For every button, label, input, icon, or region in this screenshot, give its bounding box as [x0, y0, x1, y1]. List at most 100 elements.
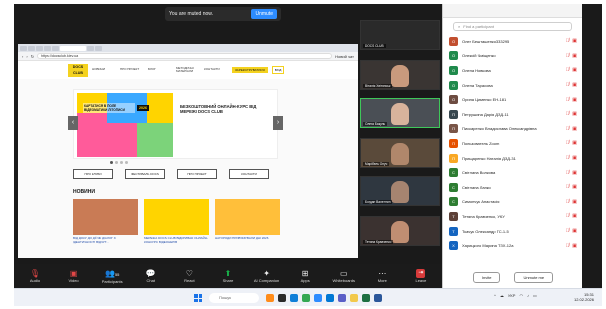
microphone-muted-icon[interactable]: 🎙̸ [566, 140, 570, 146]
reload-icon[interactable]: ↻ [31, 54, 34, 59]
link-project[interactable]: ПРО ПРОЕКТ [177, 169, 217, 179]
browser-tab[interactable] [95, 45, 102, 51]
camera-off-icon[interactable]: ▣ [572, 155, 577, 161]
wifi-icon[interactable]: ◠ [519, 293, 523, 298]
browser-tab[interactable] [28, 45, 35, 51]
slider-dot[interactable] [115, 161, 118, 164]
participant-row[interactable]: О Олена Новкова 🎙̸ ▣ [443, 63, 583, 78]
news-caption[interactable]: МЕРЕЖА DOCS CLUB ВІДКРИВАЄ ОНЛАЙН-КОНКУР… [144, 236, 209, 244]
whiteboards-button[interactable]: ▭ Whiteboards [327, 269, 361, 283]
unmute-me-button[interactable]: Unmute me [514, 272, 554, 283]
unmute-toast-button[interactable]: Unmute [251, 9, 277, 19]
news-caption[interactable]: ВІД ДОКУ ДО ДІЇ ЯК ДІАЛОГ З ІДЕНТИЧНОСТІ… [73, 236, 138, 244]
chat-button[interactable]: 💬 Chat [134, 269, 168, 283]
apps-button[interactable]: ⊞ Apps [288, 269, 322, 283]
browser-tab[interactable] [52, 45, 59, 51]
video-tile[interactable]: Марібель Онуч [360, 138, 440, 168]
zoom-icon[interactable] [314, 294, 322, 302]
participant-row[interactable]: С Симончук Анастасія 🎙̸ ▣ [443, 195, 583, 210]
participants-button[interactable]: 👥55 Participants [95, 269, 129, 284]
participant-row[interactable]: О Олена Тарасова 🎙̸ ▣ [443, 78, 583, 93]
taskbar-search[interactable]: Пошук [209, 293, 259, 303]
video-tile-speaking[interactable]: Олега Бакуль [360, 98, 440, 128]
slider-dot[interactable] [125, 161, 128, 164]
camera-off-icon[interactable]: ▣ [572, 111, 577, 117]
microphone-muted-icon[interactable]: 🎙̸ [566, 184, 570, 190]
microphone-muted-icon[interactable]: 🎙̸ [566, 82, 570, 88]
chevron-up-icon[interactable]: ^ [494, 293, 496, 298]
slider-dot[interactable] [110, 161, 113, 164]
ai-companion-button[interactable]: ✦ AI Companion [250, 269, 284, 283]
slider-dot[interactable] [120, 161, 123, 164]
participant-row[interactable]: Х Харицкого Марина ТЗХ-12а 🎙̸ ▣ [443, 238, 583, 253]
register-button[interactable]: ЗАРЕЄСТРУВАТИСЯ [232, 67, 268, 73]
share-button[interactable]: ⬆ Share [211, 269, 245, 283]
nav-contacts[interactable]: КОНТАКТИ [204, 68, 228, 72]
nav-news[interactable]: НОВИНИ [92, 68, 116, 72]
browser-tab[interactable] [44, 45, 51, 51]
link-contacts[interactable]: КОНТАКТИ [229, 169, 269, 179]
microphone-muted-icon[interactable]: 🎙̸ [566, 111, 570, 117]
participant-search-input[interactable]: ⌕ Find a participant [453, 22, 572, 31]
browser-tab[interactable] [20, 45, 27, 51]
participant-row[interactable]: П Прищаренко Наталія ДЗД-31 🎙̸ ▣ [443, 151, 583, 166]
volume-icon[interactable]: ♪ [527, 293, 529, 298]
browser-tab-active[interactable] [60, 45, 86, 51]
microphone-muted-icon[interactable]: 🎙̸ [566, 199, 570, 205]
participant-row[interactable]: О Олег Бешташенко333295 🎙̸ ▣ [443, 34, 583, 49]
word-icon[interactable] [374, 294, 382, 302]
edge-icon[interactable] [290, 294, 298, 302]
participant-row[interactable]: О Орина Цименко ЕН-181 🎙̸ ▣ [443, 92, 583, 107]
nav-about[interactable]: ПРО ПРОЕКТ [120, 68, 144, 72]
video-tile[interactable]: Богдан Валентин [360, 176, 440, 206]
link-festival[interactable]: ФЕСТИВАЛЬ DOCS [125, 169, 165, 179]
news-card[interactable]: НАГОРОДИ ПРИВ'ЯЗУВАЛИ ДНІ 2026 [215, 199, 280, 244]
app-icon[interactable] [278, 294, 286, 302]
invite-button[interactable]: Invite [472, 272, 501, 283]
video-tile[interactable]: Віталія Хвітянськ [360, 60, 440, 90]
video-tile[interactable]: DOCS CLUB [360, 20, 440, 50]
camera-off-icon[interactable]: ▣ [572, 199, 577, 205]
link-clubs[interactable]: ПРО КЛУБИ [73, 169, 113, 179]
camera-off-icon[interactable]: ▣ [572, 213, 577, 219]
camera-off-icon[interactable]: ▣ [572, 184, 577, 190]
participant-row[interactable]: Т Ткачук Олександр ГС-1-5 🎙̸ ▣ [443, 224, 583, 239]
language-indicator[interactable]: УКР [508, 293, 516, 298]
teams-icon[interactable] [338, 294, 346, 302]
slider-prev-icon[interactable]: ‹ [68, 116, 78, 130]
camera-off-icon[interactable]: ▣ [572, 38, 577, 44]
app-icon[interactable] [326, 294, 334, 302]
participant-row[interactable]: П Пискаренко Владислава Олександрівна 🎙̸ ▣ [443, 122, 583, 137]
participant-row[interactable]: П Пользователь Zoom 🎙̸ ▣ [443, 136, 583, 151]
chrome-icon[interactable] [302, 294, 310, 302]
camera-off-icon[interactable]: ▣ [572, 140, 577, 146]
microphone-muted-icon[interactable]: 🎙̸ [566, 97, 570, 103]
camera-off-icon[interactable]: ▣ [572, 228, 577, 234]
camera-off-icon[interactable]: ▣ [572, 67, 577, 73]
react-button[interactable]: ♡ React [172, 269, 206, 283]
microphone-muted-icon[interactable]: 🎙̸ [566, 155, 570, 161]
docs-club-logo[interactable]: DOCS CLUB [68, 63, 88, 77]
windows-start-icon[interactable] [194, 294, 202, 302]
battery-icon[interactable]: ▭ [533, 293, 537, 298]
microphone-muted-icon[interactable]: 🎙̸ [566, 170, 570, 176]
camera-off-icon[interactable]: ▣ [572, 53, 577, 59]
microphone-muted-icon[interactable]: 🎙̸ [566, 67, 570, 73]
participant-row[interactable]: Т Тетяна Кравченко, УКУ 🎙̸ ▣ [443, 209, 583, 224]
app-icon[interactable] [266, 294, 274, 302]
forward-icon[interactable]: › [26, 54, 27, 59]
hero-poster[interactable]: КАРТАТИСЯ В ПОЛЕ ВІДЕОМАТИКИ ЛІТОПИСИ 20… [77, 93, 173, 157]
video-button[interactable]: ▣ Video [57, 269, 91, 283]
back-icon[interactable]: ‹ [22, 54, 23, 59]
camera-off-icon[interactable]: ▣ [572, 82, 577, 88]
nav-blog[interactable]: БЛОГ [148, 68, 172, 72]
news-card[interactable]: МЕРЕЖА DOCS CLUB ВІДКРИВАЄ ОНЛАЙН-КОНКУР… [144, 199, 209, 244]
browser-tab[interactable] [36, 45, 43, 51]
folder-icon[interactable] [350, 294, 358, 302]
new-chat-button[interactable]: Новий чат [335, 54, 354, 59]
login-button[interactable]: ВХІД [271, 66, 285, 74]
taskbar-clock[interactable]: 15:31 12.02.2026 [574, 292, 594, 302]
cloud-icon[interactable]: ☁ [500, 293, 504, 298]
camera-off-icon[interactable]: ▣ [572, 126, 577, 132]
url-field[interactable]: https://docsclub.kiev.ua [37, 53, 333, 59]
